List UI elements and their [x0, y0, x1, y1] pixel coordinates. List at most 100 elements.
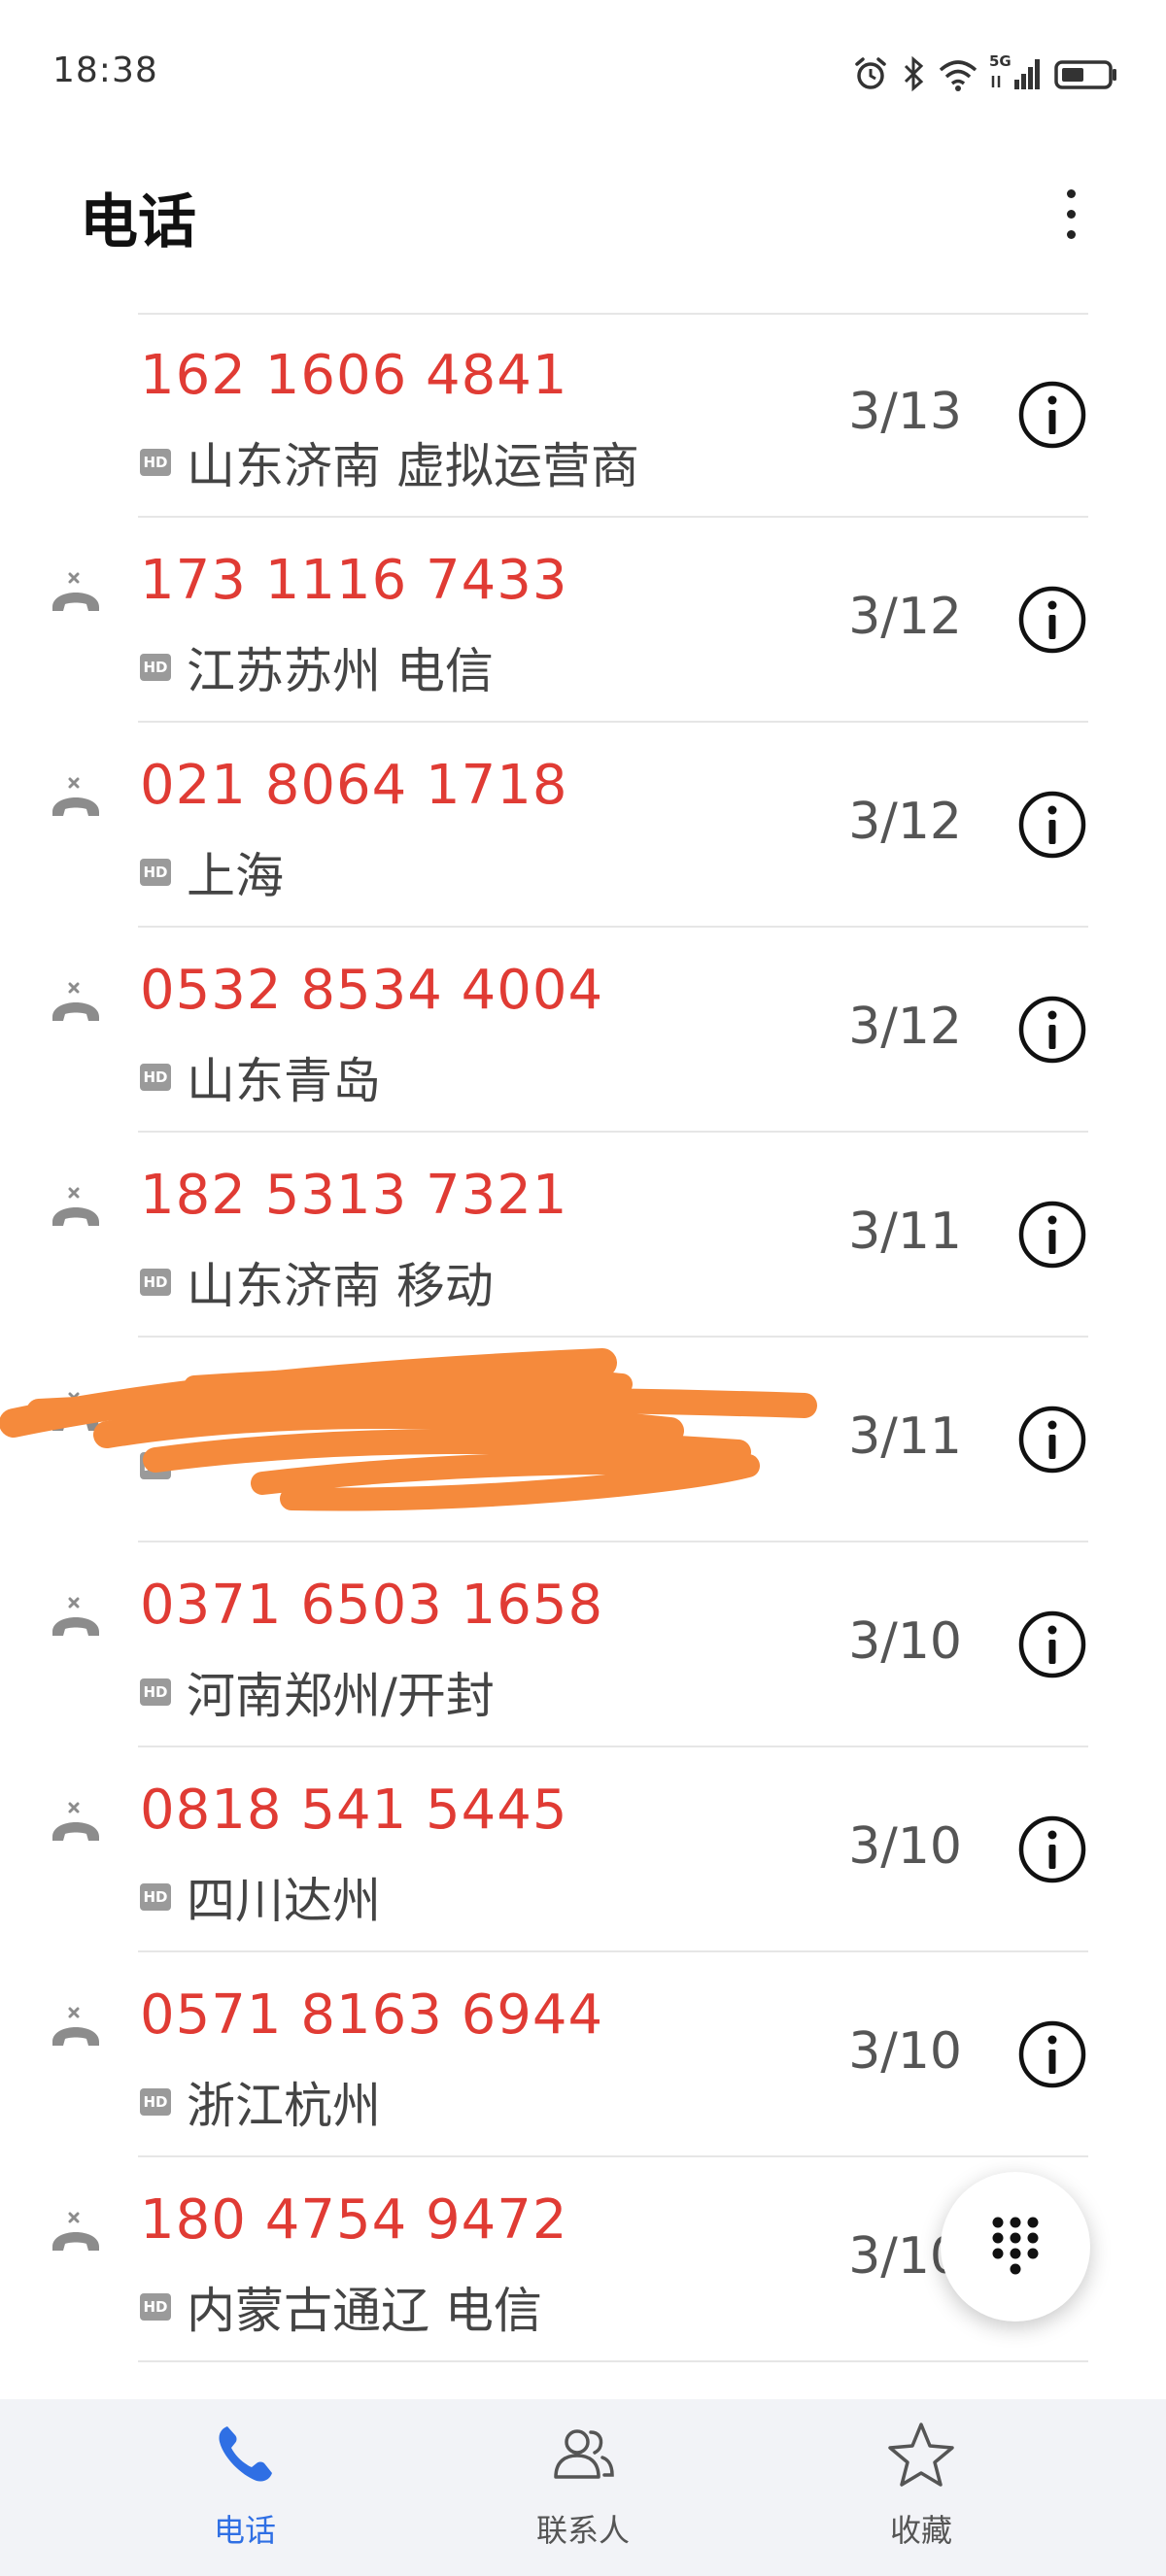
hd-badge-icon: HD	[140, 1883, 171, 1911]
missed-call-icon	[52, 1597, 99, 1636]
call-location: 河南郑州/开封	[187, 1668, 495, 1724]
call-location: 山东青岛	[187, 1053, 381, 1109]
hd-badge-icon: HD	[140, 654, 171, 681]
call-date: 3/11	[848, 1203, 962, 1261]
row-divider	[138, 2360, 1088, 2362]
call-detail: HD 山东济南 移动	[140, 1247, 494, 1317]
call-log-row[interactable]: 0571 8163 6944 HD 浙江杭州 3/10	[0, 1952, 1166, 2157]
call-location: 上海	[187, 848, 284, 904]
nav-tab-contacts-label: 联系人	[535, 2512, 630, 2549]
call-date: 3/12	[848, 793, 962, 851]
battery-icon	[1054, 60, 1116, 89]
call-log-row[interactable]: 021 8064 1718 HD 上海 3/12	[0, 723, 1166, 928]
call-date: 3/10	[848, 1817, 962, 1876]
call-location: 山东济南 移动	[187, 1258, 494, 1314]
call-detail: HD 山东济南 虚拟运营商	[140, 427, 639, 497]
call-info-button[interactable]	[1017, 585, 1087, 655]
call-detail: HD 四川达州	[140, 1862, 381, 1932]
call-detail: HD 上海	[140, 837, 284, 907]
call-log-row[interactable]: HD 3/11	[0, 1338, 1166, 1542]
call-log-row[interactable]: 0818 541 5445 HD 四川达州 3/10	[0, 1747, 1166, 1952]
call-date: 3/12	[848, 998, 962, 1056]
call-number: 162 1606 4841	[140, 344, 568, 407]
nav-tab-contacts[interactable]: 联系人	[466, 2419, 700, 2564]
bluetooth-icon	[904, 55, 924, 92]
call-location: 四川达州	[187, 1873, 381, 1929]
call-location: 江苏苏州 电信	[187, 643, 494, 699]
call-info-button[interactable]	[1017, 1610, 1087, 1679]
call-date: 3/12	[848, 588, 962, 646]
call-log-row[interactable]: 173 1116 7433 HD 江苏苏州 电信 3/12	[0, 518, 1166, 723]
page-title: 电话	[80, 188, 196, 256]
missed-call-icon	[52, 572, 99, 611]
call-detail: HD	[140, 1452, 187, 1479]
phone-icon	[219, 2426, 272, 2482]
call-detail: HD 内蒙古通辽 电信	[140, 2272, 542, 2342]
more-options-icon-dot	[1066, 209, 1076, 219]
nav-tab-favorites-label: 收藏	[889, 2512, 952, 2549]
call-log-list[interactable]: 162 1606 4841 HD 山东济南 虚拟运营商 3/13 173 1116 74…	[0, 313, 1166, 2362]
contacts-icon	[554, 2429, 614, 2479]
hd-badge-icon: HD	[140, 1269, 171, 1296]
star-icon	[888, 2423, 954, 2487]
missed-call-icon	[52, 777, 99, 816]
call-log-row[interactable]: 0532 8534 4004 HD 山东青岛 3/12	[0, 928, 1166, 1133]
call-info-button[interactable]	[1017, 1405, 1087, 1474]
call-number: 0818 541 5445	[140, 1779, 568, 1842]
hd-badge-icon: HD	[140, 1678, 171, 1706]
more-options-icon-dot	[1066, 229, 1076, 239]
nav-tab-phone-label: 电话	[213, 2512, 276, 2549]
status-time: 18:38	[52, 51, 158, 90]
missed-call-icon	[52, 2212, 99, 2251]
call-number: 0571 8163 6944	[140, 1983, 604, 2047]
app-header: 电话	[0, 155, 1166, 291]
call-info-button[interactable]	[1017, 1200, 1087, 1270]
dialpad-button[interactable]	[941, 2172, 1090, 2322]
signal-icon	[991, 59, 1040, 89]
call-info-button[interactable]	[1017, 2019, 1087, 2089]
call-date: 3/10	[848, 2022, 962, 2081]
call-date: 3/13	[848, 383, 962, 441]
hd-badge-icon: HD	[140, 859, 171, 886]
call-info-button[interactable]	[1017, 380, 1087, 450]
alarm-icon	[855, 57, 886, 89]
status-bar: 18:38 5G	[0, 0, 1166, 146]
missed-call-icon	[52, 982, 99, 1021]
nav-tab-favorites[interactable]: 收藏	[805, 2419, 1038, 2564]
redaction-scribble	[0, 1348, 817, 1511]
call-detail: HD 江苏苏州 电信	[140, 632, 494, 702]
missed-call-icon	[52, 1802, 99, 1841]
call-log-row[interactable]: 0371 6503 1658 HD 河南郑州/开封 3/10	[0, 1542, 1166, 1747]
call-location: 浙江杭州	[187, 2078, 381, 2134]
call-info-button[interactable]	[1017, 1814, 1087, 1884]
hd-badge-icon: HD	[140, 2088, 171, 2116]
more-options-icon	[1066, 188, 1076, 198]
call-log-row[interactable]: 162 1606 4841 HD 山东济南 虚拟运营商 3/13	[0, 313, 1166, 518]
status-icons: 5G	[851, 51, 1119, 97]
call-info-button[interactable]	[1017, 995, 1087, 1065]
call-date: 3/11	[848, 1407, 962, 1466]
call-info-button[interactable]	[1017, 790, 1087, 860]
hd-badge-icon: HD	[140, 2293, 171, 2321]
nav-tab-phone[interactable]: 电话	[128, 2419, 361, 2564]
call-detail: HD 河南郑州/开封	[140, 1657, 495, 1727]
cell-signal: 5G	[989, 52, 1044, 93]
call-number: 180 4754 9472	[140, 2188, 568, 2252]
call-location: 山东济南 虚拟运营商	[187, 438, 639, 494]
dialpad-icon	[992, 2217, 1039, 2275]
call-detail: HD 山东青岛	[140, 1042, 381, 1112]
bottom-navigation: 电话 联系人 收藏	[0, 2399, 1166, 2576]
hd-badge-icon: HD	[140, 449, 171, 476]
missed-call-icon	[52, 1392, 99, 1431]
call-number: 0371 6503 1658	[140, 1574, 604, 1637]
more-options-button[interactable]	[1040, 173, 1102, 254]
hd-badge-icon: HD	[140, 1064, 171, 1091]
call-log-row[interactable]: 182 5313 7321 HD 山东济南 移动 3/11	[0, 1133, 1166, 1338]
call-number: 0532 8534 4004	[140, 959, 604, 1022]
wifi-icon	[939, 60, 977, 91]
call-number: 173 1116 7433	[140, 549, 568, 612]
call-date: 3/10	[848, 1612, 962, 1671]
missed-call-icon	[52, 1187, 99, 1226]
call-location: 内蒙古通辽 电信	[187, 2283, 542, 2339]
hd-badge-icon: HD	[140, 1452, 171, 1479]
